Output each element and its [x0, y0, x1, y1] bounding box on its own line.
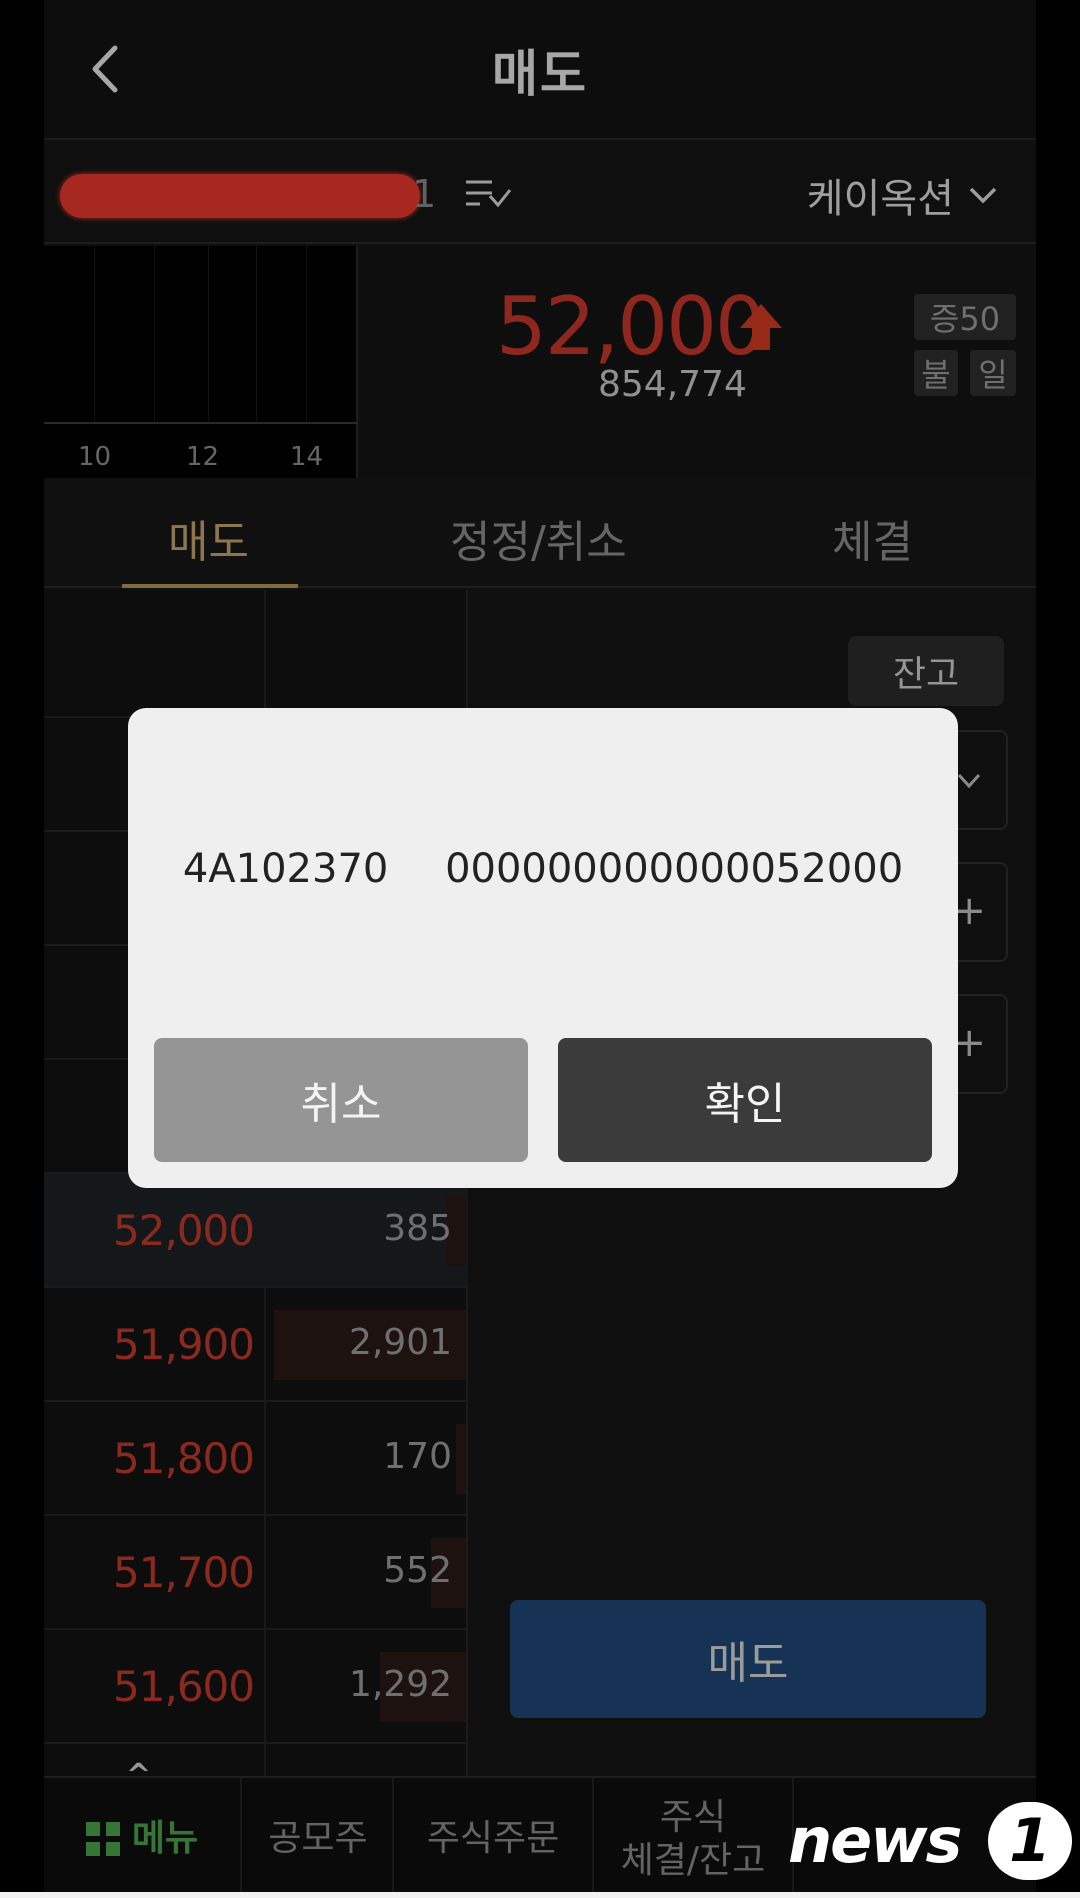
- nav-ipo[interactable]: 공모주: [244, 1778, 394, 1898]
- tab-sell[interactable]: 매도: [168, 506, 249, 570]
- chart-gridline: [94, 246, 95, 422]
- tab-modify-cancel[interactable]: 정정/취소: [450, 506, 627, 570]
- watermark-text: news: [788, 1804, 962, 1877]
- market-label: 케이옥션: [806, 176, 954, 222]
- quote-panel: 52,000 854,774 증50 불 일: [360, 246, 1036, 478]
- chart-tick-label: 10: [78, 442, 112, 472]
- chart-baseline: [44, 422, 358, 424]
- chart-tick-label: 14: [290, 442, 324, 472]
- sell-button[interactable]: 매도: [510, 1600, 986, 1718]
- orderbook-quantity: 170: [383, 1436, 452, 1477]
- orderbook-row[interactable]: 51,600 1,292: [44, 1630, 468, 1744]
- cancel-button[interactable]: 취소: [154, 1038, 528, 1162]
- watermark-badge: 1: [988, 1802, 1072, 1880]
- orderbook-row[interactable]: 51,700 552: [44, 1516, 468, 1630]
- page-title: 매도: [492, 45, 588, 103]
- nav-menu-label: 메뉴: [131, 1818, 199, 1860]
- nav-fills-line1: 주식: [659, 1796, 727, 1838]
- chart-tick-label: 12: [186, 442, 220, 472]
- news1-watermark-logo: news 1: [788, 1800, 1074, 1884]
- caret-up-icon: ^: [126, 1758, 152, 1793]
- nav-fills-line2: 체결/잔고: [620, 1840, 766, 1881]
- dialog-value: 000000000000052000: [445, 846, 904, 892]
- top-bar: 매도: [44, 0, 1036, 140]
- orderbook-price: 51,600: [113, 1662, 255, 1711]
- chart-gridline: [208, 246, 209, 422]
- market-selector[interactable]: 케이옥션: [807, 166, 998, 224]
- app-screen: 매도 1 케이옥션 10 12 14 52,000 854,774 증50 불 …: [44, 0, 1036, 1898]
- orderbook-quantity: 552: [383, 1550, 452, 1591]
- orderbook-price: 51,700: [113, 1548, 255, 1597]
- orderbook-price: 51,900: [113, 1320, 255, 1369]
- chevron-down-icon: [957, 773, 981, 789]
- screen-bottom-edge: [0, 1892, 1080, 1898]
- redacted-stock-name[interactable]: [60, 174, 420, 218]
- chart-gridline: [256, 246, 257, 422]
- dialog-message: 4A102370 000000000000052000: [128, 846, 958, 892]
- tab-fills[interactable]: 체결: [832, 506, 913, 570]
- orderbook-quantity: 1,292: [348, 1664, 452, 1705]
- info-badge: 불: [914, 350, 958, 396]
- balance-button[interactable]: 잔고: [848, 636, 1004, 706]
- list-check-icon[interactable]: [462, 172, 514, 216]
- current-price: 52,000: [496, 280, 766, 373]
- grid-icon: [85, 1822, 120, 1856]
- chevron-down-icon: [969, 187, 997, 204]
- nav-menu[interactable]: ^ 메뉴: [44, 1758, 242, 1898]
- stock-name-tail: 1: [412, 172, 437, 216]
- arrow-up-icon: [740, 304, 782, 350]
- dialog-code: 4A102370: [182, 846, 389, 892]
- margin-rate-badge: 증50: [914, 294, 1016, 340]
- order-tabs: 매도 정정/취소 체결: [44, 480, 1036, 588]
- confirm-dialog: 4A102370 000000000000052000 취소 확인: [128, 708, 958, 1188]
- orderbook-row[interactable]: 51,800 170: [44, 1402, 468, 1516]
- orderbook-price: 52,000: [113, 1206, 255, 1255]
- orderbook-row[interactable]: 51,900 2,901: [44, 1288, 468, 1402]
- orderbook-row[interactable]: 52,000 385: [44, 1174, 468, 1288]
- quantity-bar: [456, 1424, 466, 1494]
- active-tab-indicator: [122, 584, 298, 588]
- orderbook-price: 51,800: [113, 1434, 255, 1483]
- orderbook-quantity: 2,901: [348, 1322, 452, 1363]
- nav-fills-balance[interactable]: 주식 체결/잔고: [594, 1778, 794, 1898]
- orderbook-row-empty: [44, 604, 468, 718]
- orderbook-quantity: 385: [383, 1208, 452, 1249]
- mini-chart[interactable]: 10 12 14: [44, 246, 358, 478]
- chart-gridline: [306, 246, 307, 422]
- nav-stock-order[interactable]: 주식주문: [394, 1778, 594, 1898]
- stock-selector-row: 1 케이옥션: [44, 142, 1036, 244]
- confirm-button[interactable]: 확인: [558, 1038, 932, 1162]
- chart-gridline: [154, 246, 155, 422]
- trading-volume: 854,774: [598, 364, 747, 405]
- info-badge: 일: [970, 350, 1016, 396]
